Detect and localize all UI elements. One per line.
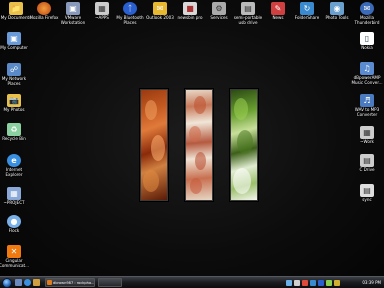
desktop-icon-internet-explorer[interactable]: e Internet Explorer	[0, 154, 31, 177]
icon-label: Mozilla Firefox	[29, 15, 59, 20]
icon-label: newsbin pro	[177, 15, 203, 20]
desktop-icon-my-computer[interactable]: ▣ My Computer	[0, 32, 31, 51]
taskbar: dbrown987 : rockpho... 03:39 PM	[0, 276, 384, 288]
network-icon: ☍	[7, 63, 21, 76]
desktop-icon-outlook[interactable]: ✉ Outlook 2003	[143, 2, 177, 21]
desktop-icon-usb-drive[interactable]: ▤ semi-portable usb drive	[231, 2, 265, 25]
icon-label: My Photos	[3, 107, 25, 112]
desktop-icon-network-places[interactable]: ☍ My Network Places	[0, 63, 31, 86]
desktop-icon-project[interactable]: ▦ ~PROJECT	[0, 187, 31, 206]
desktop: 📁 My Documents Mozilla Firefox ▣ VMware …	[0, 0, 384, 276]
icon-label: Nokia	[361, 45, 373, 50]
icon-label: dBpowerAMP Music Conver...	[351, 75, 383, 85]
icon-label: WAV to MP3 Converter	[354, 107, 380, 117]
dbpoweramp-icon: ♫	[360, 62, 374, 75]
desktop-icon-recycle-bin[interactable]: ♻ Recycle Bin	[0, 123, 31, 142]
usb-drive-icon: ▤	[241, 2, 255, 15]
icon-label: My Bluetooth Places	[116, 15, 144, 25]
work-icon: ▦	[360, 126, 374, 139]
desktop-icon-c-drive[interactable]: ▤ C Drive	[350, 154, 384, 173]
desktop-icon-cingular[interactable]: ✕ Cingular Communicat...	[0, 245, 31, 268]
icon-label: Mozilla Thunderbird	[354, 15, 380, 25]
icon-label: News	[272, 15, 284, 20]
news-icon: ✎	[271, 2, 285, 15]
desktop-icon-my-photos[interactable]: 📷 My Photos	[0, 94, 31, 113]
tray-volume-icon[interactable]	[294, 280, 300, 286]
folder-icon: 📁	[9, 2, 23, 15]
nokia-icon: ▯	[360, 32, 374, 45]
icon-label: Services	[210, 15, 228, 20]
icon-label: Cingular Communicat...	[0, 258, 29, 268]
outlook-icon: ✉	[153, 2, 167, 15]
wallpaper-panel-orange-leaves	[140, 89, 168, 201]
desktop-icon-thunderbird[interactable]: ✉ Mozilla Thunderbird	[350, 2, 384, 25]
thunderbird-icon: ✉	[360, 2, 374, 15]
tray-sync-icon[interactable]	[310, 280, 316, 286]
desktop-icon-foldershare[interactable]: ↻ FolderShare	[290, 2, 324, 21]
firefox-icon	[37, 2, 51, 15]
icon-label: My Network Places	[1, 76, 27, 86]
recycle-bin-icon: ♻	[7, 123, 21, 136]
services-icon: ⚙	[212, 2, 226, 15]
show-desktop-icon[interactable]	[15, 279, 22, 286]
icon-label: semi-portable usb drive	[233, 15, 263, 25]
desktop-icon-photo-tools[interactable]: ◉ Photo Tools	[320, 2, 354, 21]
desktop-icon-nokia[interactable]: ▯ Nokia	[350, 32, 384, 51]
icon-label: ~Work	[360, 139, 374, 144]
icon-label: Internet Explorer	[5, 167, 23, 177]
icon-label: ~PROJECT	[3, 200, 25, 205]
icon-label: sync	[362, 197, 372, 202]
tray-network-icon[interactable]	[286, 280, 292, 286]
wav-mp3-icon: ♬	[360, 94, 374, 107]
icon-label: Photo Tools	[325, 15, 349, 20]
start-button[interactable]	[2, 278, 12, 288]
tray-power-icon[interactable]	[334, 280, 340, 286]
photo-tools-icon: ◉	[330, 2, 344, 15]
cingular-icon: ✕	[7, 245, 21, 258]
sync-icon: ▤	[360, 184, 374, 197]
icon-label: Outlook 2003	[146, 15, 174, 20]
desktop-icon-wav-to-mp3[interactable]: ♬ WAV to MP3 Converter	[350, 94, 384, 117]
wallpaper-panel-white-leaves	[185, 89, 213, 201]
icon-label: ~APPS	[95, 15, 109, 20]
taskbar-button[interactable]: dbrown987 : rockpho...	[45, 278, 95, 287]
desktop-icon-bluetooth[interactable]: ᛏ My Bluetooth Places	[113, 2, 147, 25]
flock-icon: ●	[7, 215, 21, 228]
photos-icon: 📷	[7, 94, 21, 107]
desktop-icon-sync[interactable]: ▤ sync	[350, 184, 384, 203]
project-icon: ▦	[7, 187, 21, 200]
icon-label: My Computer	[0, 45, 28, 50]
taskbar-button-label: dbrown987 : rockpho...	[53, 281, 95, 285]
desktop-icon-dbpoweramp[interactable]: ♫ dBpowerAMP Music Conver...	[350, 62, 384, 85]
browser-quicklaunch-icon[interactable]	[24, 279, 31, 286]
tray-app-icon[interactable]	[326, 280, 332, 286]
icon-label: C Drive	[359, 167, 375, 172]
tray-bluetooth-icon[interactable]	[318, 280, 324, 286]
shortcut-icon: ▦	[95, 2, 109, 15]
desktop-icon-work[interactable]: ▦ ~Work	[350, 126, 384, 145]
bluetooth-icon: ᛏ	[123, 2, 137, 15]
icon-label: Recycle Bin	[2, 136, 26, 141]
tray-security-icon[interactable]	[302, 280, 308, 286]
icon-label: Flock	[8, 228, 20, 233]
foldershare-icon: ↻	[300, 2, 314, 15]
wallpaper-panel-green-leaves	[230, 89, 258, 201]
newsbin-icon: ■	[183, 2, 197, 15]
vmware-icon: ▣	[66, 2, 80, 15]
desktop-icon-flock[interactable]: ● Flock	[0, 215, 31, 234]
computer-icon: ▣	[7, 32, 21, 45]
app-quicklaunch-icon[interactable]	[33, 279, 40, 286]
taskbar-button-empty[interactable]	[98, 278, 122, 287]
drive-icon: ▤	[360, 154, 374, 167]
icon-label: FolderShare	[294, 15, 320, 20]
ie-icon: e	[7, 154, 21, 167]
clock[interactable]: 03:39 PM	[362, 277, 381, 288]
app-icon	[47, 280, 52, 285]
